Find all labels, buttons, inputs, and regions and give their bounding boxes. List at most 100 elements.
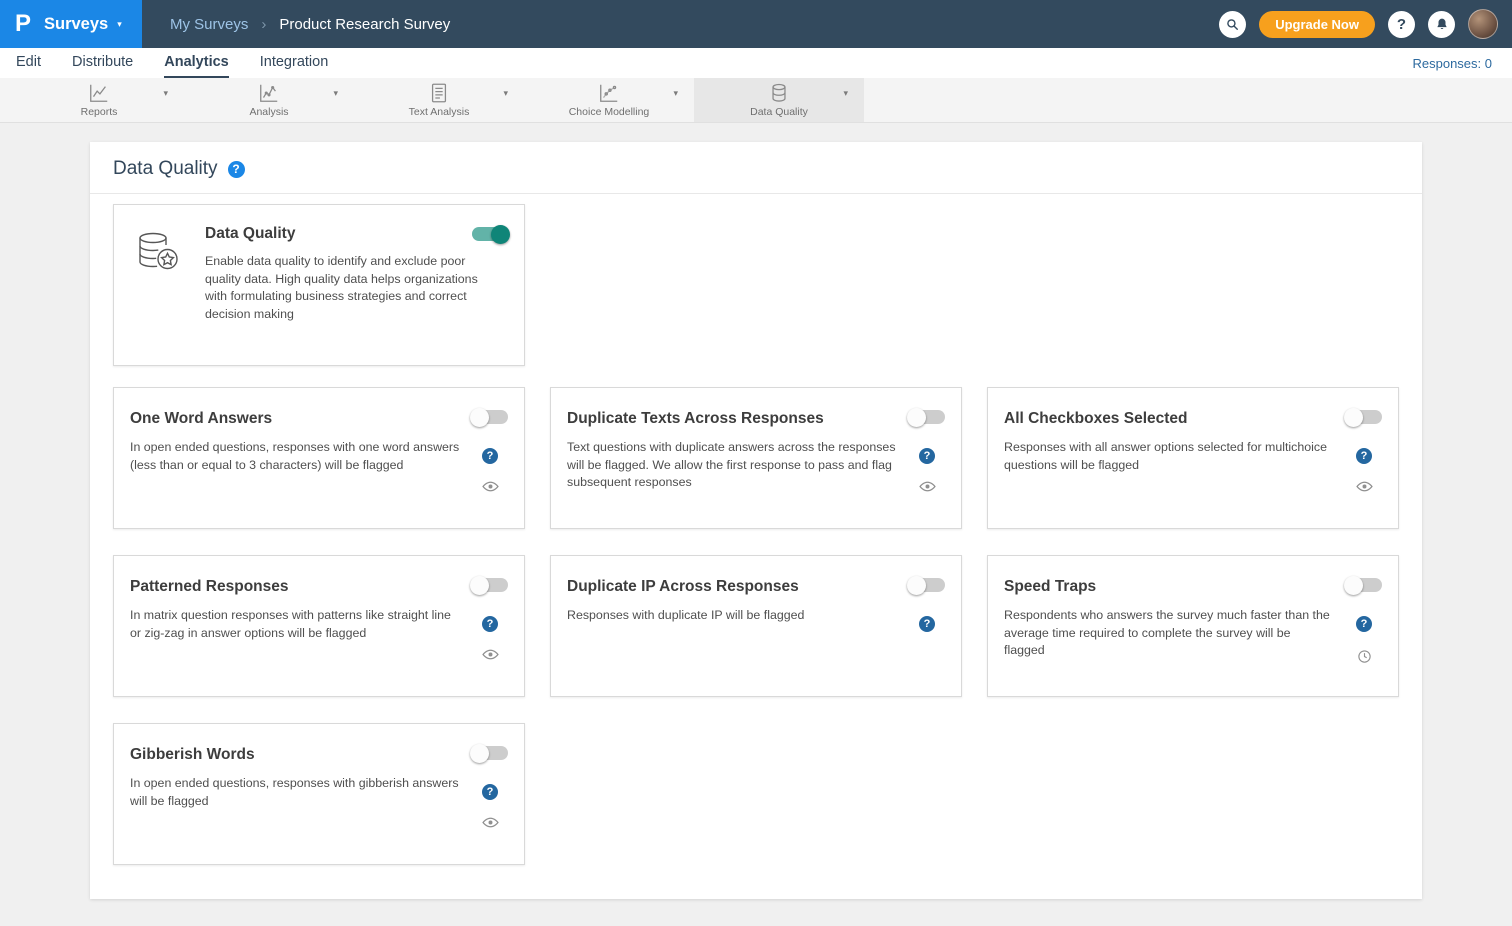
eye-icon[interactable]: [482, 481, 499, 492]
card-description: In open ended questions, responses with …: [130, 439, 508, 474]
notifications-button[interactable]: [1428, 11, 1455, 38]
bell-icon: [1435, 17, 1449, 32]
card-actions: ?: [472, 410, 508, 492]
database-quality-icon: [130, 225, 186, 349]
tab-integration[interactable]: Integration: [260, 48, 329, 78]
toolbar-item-choice-modelling[interactable]: ▾ Choice Modelling: [524, 78, 694, 122]
help-icon[interactable]: ?: [1356, 448, 1372, 464]
card-title: Patterned Responses: [130, 578, 508, 596]
card-actions: ?: [1346, 578, 1382, 664]
clock-icon[interactable]: [1357, 649, 1372, 664]
text-document-icon: [428, 82, 450, 104]
question-mark-icon: ?: [1397, 16, 1406, 33]
breadcrumb-current-survey: Product Research Survey: [279, 16, 450, 33]
eye-icon[interactable]: [919, 481, 936, 492]
toggle-knob: [470, 408, 489, 427]
toolbar-item-data-quality[interactable]: ▾ Data Quality: [694, 78, 864, 122]
rule-toggle[interactable]: [1346, 578, 1382, 592]
product-switcher[interactable]: P Surveys ▾: [0, 0, 142, 48]
breadcrumb-my-surveys[interactable]: My Surveys: [170, 16, 248, 33]
search-button[interactable]: [1219, 11, 1246, 38]
card-actions: ?: [472, 578, 508, 660]
rule-card: Gibberish Words In open ended questions,…: [113, 723, 525, 865]
help-icon[interactable]: ?: [919, 616, 935, 632]
avatar[interactable]: [1468, 9, 1498, 39]
data-quality-feature-card: Data Quality Enable data quality to iden…: [113, 204, 525, 366]
line-chart-icon: [88, 82, 110, 104]
breadcrumb-separator-icon: ›: [261, 16, 266, 33]
chevron-down-icon[interactable]: ▾: [163, 88, 168, 99]
toolbar-item-label: Analysis: [249, 106, 288, 118]
card-title: Speed Traps: [1004, 578, 1382, 596]
page-title: Data Quality: [113, 158, 218, 180]
data-quality-panel: Data Quality ?: [90, 142, 1422, 899]
rule-toggle[interactable]: [909, 410, 945, 424]
toolbar-item-label: Choice Modelling: [569, 106, 650, 118]
chevron-down-icon[interactable]: ▾: [843, 88, 848, 99]
toolbar-item-label: Data Quality: [750, 106, 808, 118]
rule-toggle[interactable]: [472, 746, 508, 760]
card-title: One Word Answers: [130, 410, 508, 428]
card-description: Text questions with duplicate answers ac…: [567, 439, 945, 492]
chevron-down-icon: ▾: [117, 19, 122, 30]
toggle-knob: [1344, 576, 1363, 595]
tab-edit[interactable]: Edit: [16, 48, 41, 78]
chevron-down-icon[interactable]: ▾: [503, 88, 508, 99]
rule-card: All Checkboxes Selected Responses with a…: [987, 387, 1399, 529]
tab-bar: Edit Distribute Analytics Integration Re…: [0, 48, 1512, 78]
eye-icon[interactable]: [482, 649, 499, 660]
product-name: Surveys: [44, 15, 108, 34]
card-title: Duplicate IP Across Responses: [567, 578, 945, 596]
rule-toggle[interactable]: [1346, 410, 1382, 424]
help-icon[interactable]: ?: [482, 784, 498, 800]
help-icon[interactable]: ?: [228, 161, 245, 178]
breadcrumb: My Surveys › Product Research Survey: [170, 16, 450, 33]
feature-content: Data Quality Enable data quality to iden…: [205, 225, 508, 349]
toggle-knob: [470, 576, 489, 595]
rule-toggle[interactable]: [909, 578, 945, 592]
toolbar-item-text-analysis[interactable]: ▾ Text Analysis: [354, 78, 524, 122]
header-actions: Upgrade Now ?: [1219, 9, 1512, 39]
rule-toggle[interactable]: [472, 410, 508, 424]
help-icon[interactable]: ?: [482, 448, 498, 464]
rule-toggle[interactable]: [472, 578, 508, 592]
card-title: All Checkboxes Selected: [1004, 410, 1382, 428]
app-header: P Surveys ▾ My Surveys › Product Researc…: [0, 0, 1512, 48]
questionpro-logo-icon: P: [9, 9, 37, 39]
card-title: Duplicate Texts Across Responses: [567, 410, 945, 428]
card-description: Responses with all answer options select…: [1004, 439, 1382, 474]
rule-card: Duplicate Texts Across Responses Text qu…: [550, 387, 962, 529]
help-icon[interactable]: ?: [1356, 616, 1372, 632]
card-actions: ?: [909, 578, 945, 649]
search-icon: [1226, 18, 1239, 31]
tab-analytics[interactable]: Analytics: [164, 48, 228, 78]
rule-card: One Word Answers In open ended questions…: [113, 387, 525, 529]
eye-icon[interactable]: [482, 817, 499, 828]
card-actions: ?: [1346, 410, 1382, 492]
scatter-chart-icon: [598, 82, 620, 104]
help-icon[interactable]: ?: [919, 448, 935, 464]
toggle-knob: [1344, 408, 1363, 427]
card-description: In open ended questions, responses with …: [130, 775, 508, 810]
data-quality-toggle[interactable]: [472, 227, 508, 241]
toolbar-item-analysis[interactable]: ▾ Analysis: [184, 78, 354, 122]
tab-distribute[interactable]: Distribute: [72, 48, 133, 78]
analysis-chart-icon: [258, 82, 280, 104]
chevron-down-icon[interactable]: ▾: [673, 88, 678, 99]
eye-icon[interactable]: [1356, 481, 1373, 492]
rule-card: Patterned Responses In matrix question r…: [113, 555, 525, 697]
chevron-down-icon[interactable]: ▾: [333, 88, 338, 99]
toggle-knob: [907, 576, 926, 595]
upgrade-now-button[interactable]: Upgrade Now: [1259, 11, 1375, 38]
toolbar-item-label: Reports: [81, 106, 118, 118]
help-button[interactable]: ?: [1388, 11, 1415, 38]
database-icon: [768, 82, 790, 104]
card-title: Gibberish Words: [130, 746, 508, 764]
card-description: Responses with duplicate IP will be flag…: [567, 607, 945, 625]
cards-grid: One Word Answers In open ended questions…: [113, 387, 1399, 865]
toolbar-item-reports[interactable]: ▾ Reports: [14, 78, 184, 122]
toggle-knob: [470, 744, 489, 763]
card-description: In matrix question responses with patter…: [130, 607, 508, 642]
help-icon[interactable]: ?: [482, 616, 498, 632]
toolbar-item-label: Text Analysis: [409, 106, 470, 118]
